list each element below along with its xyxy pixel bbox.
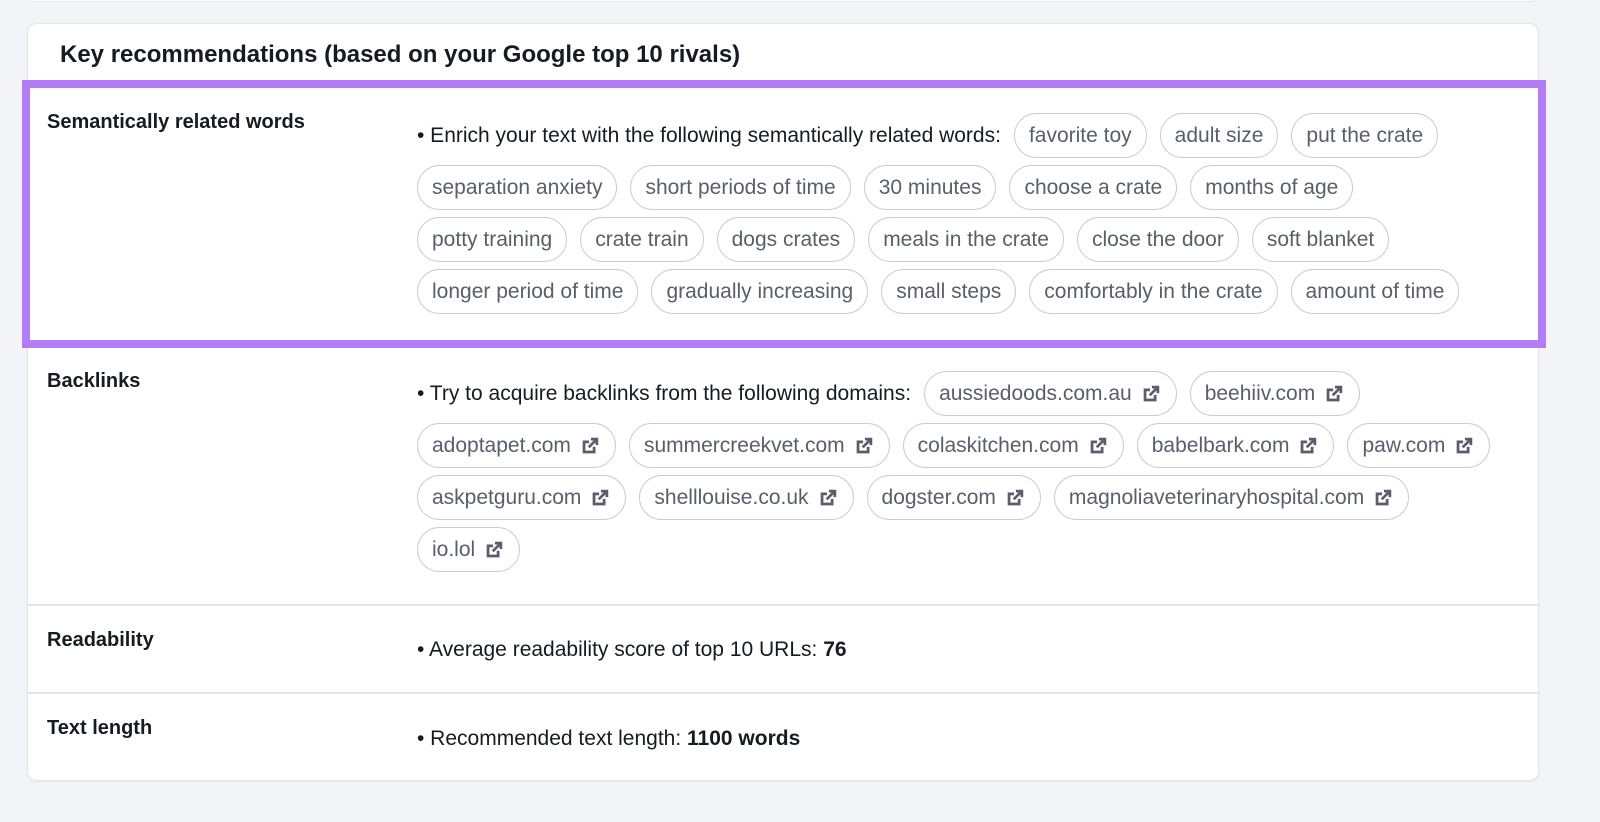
chip-label: meals in the crate (883, 227, 1049, 251)
text-length-text: • Recommended text length: 1100 words (417, 727, 800, 751)
external-link-icon[interactable] (1453, 435, 1475, 457)
semantic-word-chip[interactable]: short periods of time (630, 165, 851, 210)
external-link-icon[interactable] (1372, 487, 1394, 509)
semantic-word-chip[interactable]: choose a crate (1009, 165, 1178, 210)
readability-text: • Average readability score of top 10 UR… (417, 638, 847, 662)
external-link-icon[interactable] (1004, 487, 1026, 509)
chip-label: magnoliaveterinaryhospital.com (1068, 485, 1365, 509)
previous-card-edge (27, 0, 1539, 2)
chip-label: gradually increasing (666, 279, 854, 303)
chip-label: short periods of time (645, 175, 836, 199)
chip-label: askpetguru.com (432, 485, 582, 509)
chip-label: soft blanket (1266, 227, 1375, 251)
chip-label: colaskitchen.com (917, 433, 1079, 457)
semantic-word-chip[interactable]: comfortably in the crate (1029, 269, 1278, 314)
semantic-word-chip[interactable]: close the door (1076, 217, 1239, 262)
external-link-icon[interactable] (1323, 383, 1345, 405)
semantic-word-chip[interactable]: longer period of time (417, 269, 639, 314)
card-title: Key recommendations (based on your Googl… (60, 41, 741, 68)
chip-label: amount of time (1305, 279, 1445, 303)
semantic-word-chip[interactable]: dogs crates (716, 217, 856, 262)
chip-label: longer period of time (432, 279, 624, 303)
semantic-word-chip[interactable]: small steps (881, 269, 1017, 314)
chip-label: shelllouise.co.uk (654, 485, 809, 509)
backlinks-list: • Try to acquire backlinks from the foll… (417, 371, 1507, 572)
chip-label: choose a crate (1024, 175, 1163, 199)
text-length-description: • Recommended text length: (417, 727, 682, 750)
external-link-icon[interactable] (589, 487, 611, 509)
readability-score: 76 (823, 638, 847, 661)
semantic-word-chip[interactable]: amount of time (1290, 269, 1460, 314)
text-length-content: • Recommended text length: 1100 words (417, 727, 1507, 751)
chip-label: dogster.com (881, 485, 996, 509)
text-length-row: Text length • Recommended text length: 1… (28, 692, 1540, 781)
readability-content: • Average readability score of top 10 UR… (417, 638, 1507, 662)
semantic-word-chip[interactable]: separation anxiety (417, 165, 618, 210)
chip-label: potty training (432, 227, 553, 251)
semantic-word-chip[interactable]: gradually increasing (651, 269, 869, 314)
backlinks-intro: • Try to acquire backlinks from the foll… (417, 381, 912, 405)
chip-label: adult size (1174, 123, 1264, 147)
external-link-icon[interactable] (817, 487, 839, 509)
semantic-word-chip[interactable]: soft blanket (1251, 217, 1390, 262)
chip-label: months of age (1205, 175, 1339, 199)
chip-label: paw.com (1362, 433, 1446, 457)
backlink-domain-chip[interactable]: paw.com (1347, 423, 1491, 468)
semantic-word-chip[interactable]: 30 minutes (863, 165, 997, 210)
semantic-words-intro: • Enrich your text with the following se… (417, 123, 1001, 147)
text-length-value: 1100 words (687, 727, 801, 750)
backlink-domain-chip[interactable]: askpetguru.com (417, 475, 627, 520)
external-link-icon[interactable] (483, 539, 505, 561)
backlink-domain-chip[interactable]: dogster.com (866, 475, 1041, 520)
backlink-domain-chip[interactable]: summercreekvet.com (628, 423, 890, 468)
semantic-words-list: • Enrich your text with the following se… (417, 113, 1507, 314)
readability-description: • Average readability score of top 10 UR… (417, 638, 818, 661)
chip-label: io.lol (432, 537, 476, 561)
chip-label: comfortably in the crate (1044, 279, 1263, 303)
chip-label: beehiiv.com (1204, 381, 1316, 405)
external-link-icon[interactable] (579, 435, 601, 457)
backlink-domain-chip[interactable]: adoptapet.com (417, 423, 616, 468)
chip-label: small steps (896, 279, 1002, 303)
semantic-word-chip[interactable]: months of age (1190, 165, 1354, 210)
external-link-icon[interactable] (1297, 435, 1319, 457)
chip-label: crate train (595, 227, 689, 251)
semantic-words-label: Semantically related words (47, 111, 305, 133)
key-recommendations-card: Key recommendations (based on your Googl… (27, 23, 1540, 781)
text-length-label: Text length (47, 717, 153, 739)
semantic-word-chip[interactable]: put the crate (1291, 113, 1439, 158)
semantic-word-chip[interactable]: adult size (1159, 113, 1279, 158)
chip-label: summercreekvet.com (643, 433, 845, 457)
backlink-domain-chip[interactable]: colaskitchen.com (902, 423, 1124, 468)
chip-label: close the door (1091, 227, 1224, 251)
chip-label: babelbark.com (1151, 433, 1290, 457)
chip-label: put the crate (1306, 123, 1424, 147)
semantic-words-row: Semantically related words • Enrich your… (28, 87, 1540, 349)
semantic-word-chip[interactable]: potty training (417, 217, 568, 262)
external-link-icon[interactable] (1087, 435, 1109, 457)
semantic-word-chip[interactable]: favorite toy (1013, 113, 1147, 158)
readability-label: Readability (47, 629, 154, 651)
backlink-domain-chip[interactable]: magnoliaveterinaryhospital.com (1053, 475, 1410, 520)
chip-label: aussiedoods.com.au (939, 381, 1132, 405)
backlink-domain-chip[interactable]: aussiedoods.com.au (924, 371, 1177, 416)
chip-label: separation anxiety (432, 175, 603, 199)
chip-label: favorite toy (1028, 123, 1132, 147)
chip-label: dogs crates (731, 227, 841, 251)
chip-label: 30 minutes (878, 175, 982, 199)
backlink-domain-chip[interactable]: shelllouise.co.uk (639, 475, 854, 520)
chip-label: adoptapet.com (432, 433, 571, 457)
readability-row: Readability • Average readability score … (28, 604, 1540, 693)
backlink-domain-chip[interactable]: babelbark.com (1136, 423, 1335, 468)
backlinks-row: Backlinks • Try to acquire backlinks fro… (28, 349, 1540, 605)
external-link-icon[interactable] (1140, 383, 1162, 405)
semantic-word-chip[interactable]: meals in the crate (868, 217, 1064, 262)
semantic-word-chip[interactable]: crate train (580, 217, 704, 262)
backlink-domain-chip[interactable]: beehiiv.com (1189, 371, 1361, 416)
backlink-domain-chip[interactable]: io.lol (417, 527, 521, 572)
backlinks-label: Backlinks (47, 370, 141, 392)
external-link-icon[interactable] (853, 435, 875, 457)
